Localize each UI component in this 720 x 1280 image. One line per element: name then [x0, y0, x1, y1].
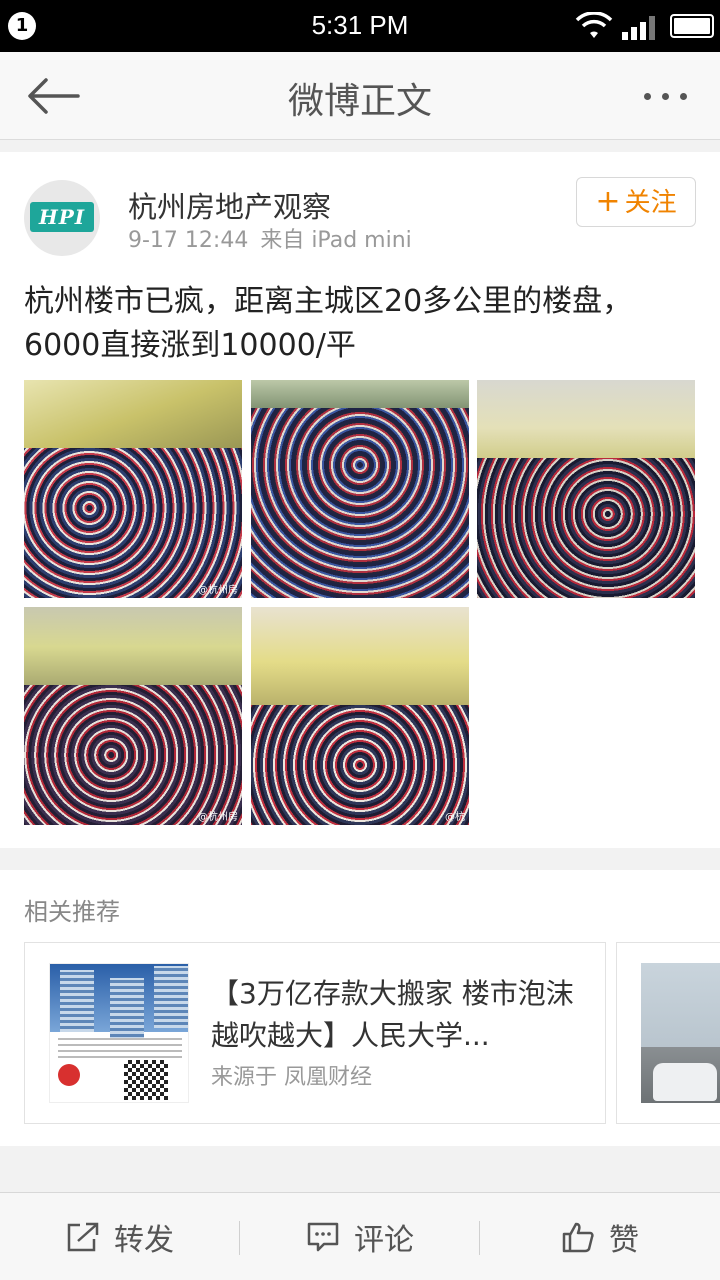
nav-bar: 微博正文: [0, 52, 720, 140]
post-photo[interactable]: @杭州房: [24, 380, 242, 598]
page-title: 微博正文: [287, 81, 432, 122]
post-time: 9-17 12:44: [128, 228, 249, 253]
comment-label: 评论: [354, 1223, 414, 1258]
post-photo[interactable]: @杭: [251, 607, 469, 825]
recommend-section: 相关推荐 【3万亿存款大搬家 楼市泡沫越吹越大】人民大学... 来源于 凤凰财经: [0, 870, 720, 1146]
plus-icon: +: [595, 184, 621, 219]
wifi-icon: [575, 12, 613, 38]
weibo-post: HPI 杭州房地产观察 9-17 12:44 来自 iPad mini + 关注 杭…: [0, 152, 720, 848]
post-photo[interactable]: [477, 380, 695, 598]
avatar[interactable]: HPI: [24, 180, 100, 256]
recommend-card[interactable]: 【3万亿存款大搬家 楼市泡沫越吹越大】人民大学... 来源于 凤凰财经: [24, 942, 606, 1124]
post-photo[interactable]: [251, 380, 469, 598]
photo-watermark: @杭州房: [198, 812, 238, 823]
recommend-card[interactable]: [616, 942, 720, 1124]
comment-button[interactable]: 评论: [240, 1193, 480, 1280]
post-source: 来自 iPad mini: [260, 228, 412, 253]
share-icon: [67, 1222, 99, 1252]
like-label: 赞: [609, 1223, 639, 1258]
status-bar: 1 5:31 PM: [0, 0, 720, 52]
repost-label: 转发: [114, 1223, 174, 1258]
recommend-headline: 【3万亿存款大搬家 楼市泡沫越吹越大】人民大学...: [211, 977, 574, 1052]
post-meta: 9-17 12:44 来自 iPad mini: [128, 222, 412, 254]
recommend-thumbnail: [49, 963, 189, 1103]
comment-icon: [307, 1222, 339, 1252]
avatar-logo-text: HPI: [30, 202, 94, 232]
recommend-thumbnail: [641, 963, 720, 1103]
photo-watermark: @杭州房: [198, 585, 238, 596]
more-dots-icon[interactable]: [638, 78, 694, 114]
like-button[interactable]: 赞: [480, 1193, 720, 1280]
battery-icon: [670, 14, 714, 38]
post-text: 杭州楼市已疯，距离主城区20多公里的楼盘，6000直接涨到10000/平: [24, 284, 633, 363]
bottom-toolbar: 转发 评论 赞: [0, 1192, 720, 1280]
thumbs-up-icon: [562, 1222, 594, 1253]
post-photo[interactable]: @杭州房: [24, 607, 242, 825]
follow-label: 关注: [624, 188, 677, 218]
follow-button[interactable]: + 关注: [576, 177, 696, 227]
recommend-title: 相关推荐: [24, 898, 120, 926]
author-name[interactable]: 杭州房地产观察: [128, 184, 331, 226]
recommend-source: 来源于 凤凰财经: [211, 1065, 372, 1090]
signal-icon: [622, 16, 655, 40]
photo-watermark: @杭: [445, 812, 465, 823]
repost-button[interactable]: 转发: [0, 1193, 240, 1280]
separator: [0, 1166, 720, 1192]
